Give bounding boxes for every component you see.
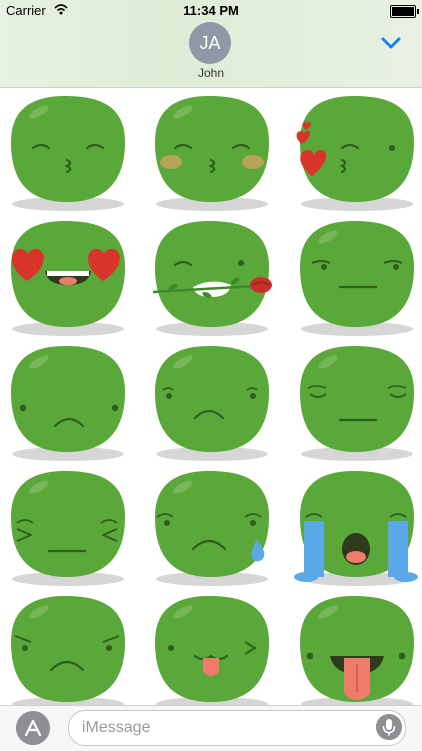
message-input[interactable]: iMessage [68,710,406,746]
app-store-icon[interactable] [16,711,50,745]
message-placeholder: iMessage [82,719,151,736]
sticker-grid [0,88,422,705]
sticker-rose-in-mouth[interactable] [149,215,275,337]
clock: 11:34 PM [183,3,239,18]
sticker-annoyed[interactable] [5,590,131,705]
sticker-kiss-rosy-cheeks[interactable] [149,90,275,212]
sticker-heart-eyes[interactable] [5,215,131,337]
sticker-smirk[interactable] [294,215,420,337]
sticker-tongue-out-happy[interactable] [294,590,420,705]
contact-avatar[interactable]: JA [189,22,231,64]
sticker-squint-upset[interactable] [5,465,131,587]
chevron-down-icon[interactable] [380,35,402,51]
microphone-icon[interactable] [376,714,402,740]
sticker-sad-sweat[interactable] [149,465,275,587]
status-bar: Carrier 11:34 PM [0,0,422,22]
sticker-tongue-out-silly[interactable] [149,590,275,705]
contact-name[interactable]: John [0,66,422,80]
sticker-crying[interactable] [294,465,420,587]
sticker-frown[interactable] [149,340,275,462]
sticker-kiss-hearts[interactable] [294,90,420,212]
sticker-kiss-blush-eyes[interactable] [5,90,131,212]
sticker-disappointed[interactable] [294,340,420,462]
battery-icon [390,5,419,18]
sticker-sad[interactable] [5,340,131,462]
